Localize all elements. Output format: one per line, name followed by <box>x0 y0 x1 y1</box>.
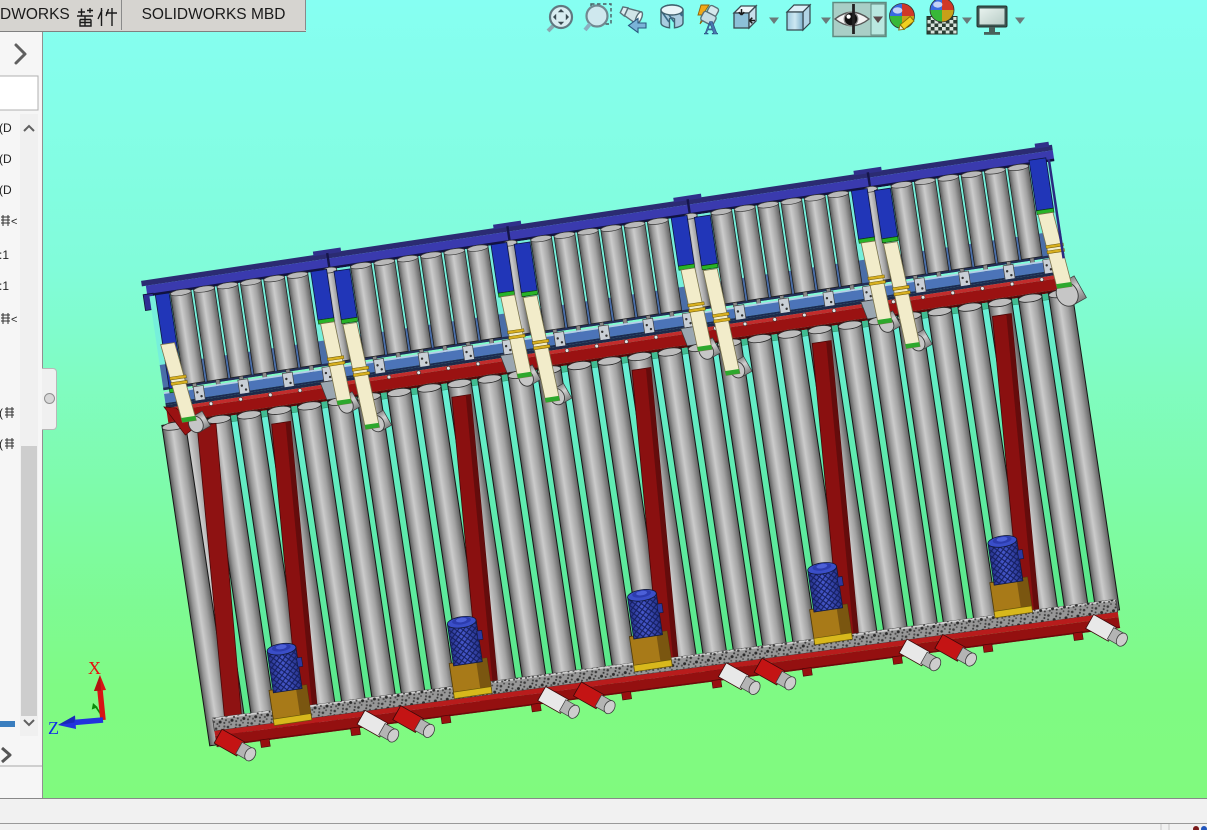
svg-text::1: :1 <box>0 248 9 262</box>
svg-text:(D: (D <box>0 152 12 166</box>
svg-text:(D: (D <box>0 183 12 197</box>
svg-text:<: < <box>11 314 17 326</box>
svg-text:(D: (D <box>0 121 12 135</box>
svg-text::1: :1 <box>0 279 9 293</box>
svg-text:<: < <box>11 216 17 228</box>
svg-text:Z: Z <box>48 718 59 738</box>
svg-text:(: ( <box>0 437 3 451</box>
svg-text:(: ( <box>0 406 3 420</box>
svg-text:A: A <box>704 18 718 39</box>
svg-text:X: X <box>88 658 101 678</box>
